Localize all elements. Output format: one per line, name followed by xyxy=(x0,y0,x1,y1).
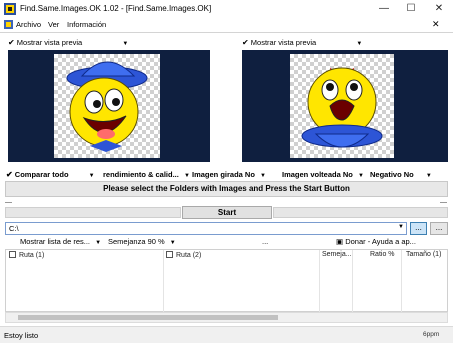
right-progress-tick: — xyxy=(440,199,447,206)
browse-button[interactable]: ... xyxy=(410,222,427,235)
chevron-down-icon: ▼ xyxy=(95,240,102,246)
rotated-dropdown[interactable]: Imagen girada No ▼ xyxy=(192,170,266,179)
chevron-down-icon[interactable]: ▼ xyxy=(398,224,404,230)
right-progress-bar xyxy=(273,207,448,218)
left-preview-toggle[interactable]: ✔ Mostrar vista previa ▼ xyxy=(8,38,128,47)
check-icon: ✔ xyxy=(6,170,13,179)
start-button[interactable]: Start xyxy=(182,206,272,219)
status-bar: Estoy listo 6ppm xyxy=(0,326,453,343)
column-header-size1[interactable]: Tamaño (1) xyxy=(406,251,441,258)
results-table[interactable]: Ruta (1) Ruta (2) Semeja... Ratio % Tama… xyxy=(5,249,448,312)
maximize-button[interactable]: ☐ xyxy=(398,0,424,18)
chevron-down-icon: ▼ xyxy=(88,173,95,179)
negative-dropdown[interactable]: Negativo No ▼ xyxy=(370,170,432,179)
chevron-down-icon: ▼ xyxy=(169,240,176,246)
minimize-icon: — xyxy=(379,3,389,14)
compare-dropdown[interactable]: ✔ Comparar todo ▼ xyxy=(6,170,95,179)
close-button[interactable]: ✕ xyxy=(426,0,452,18)
column-divider xyxy=(163,250,164,312)
donate-dropdown[interactable]: ▣ Donar - Ayuda a ap... xyxy=(336,237,416,246)
donate-label: Donar - Ayuda a ap... xyxy=(345,237,416,246)
maximize-icon: ☐ xyxy=(406,3,416,14)
compare-label: Comparar todo xyxy=(14,170,69,179)
more-options-button[interactable]: ... xyxy=(262,237,268,246)
smiley-hat-image xyxy=(66,61,148,152)
performance-dropdown[interactable]: rendimiento & calid... ▼ xyxy=(103,170,190,179)
column-header-similarity[interactable]: Semeja... xyxy=(322,251,352,258)
right-preview-label: Mostrar vista previa xyxy=(250,38,317,47)
mdi-close-button[interactable]: ✕ xyxy=(432,19,440,30)
chevron-down-icon: ▼ xyxy=(260,173,266,179)
similarity-dropdown[interactable]: Semejanza 90 % ▼ xyxy=(108,237,176,246)
chevron-down-icon: ▼ xyxy=(122,41,129,47)
similarity-label: Semejanza 90 % xyxy=(108,237,165,246)
left-image-preview[interactable] xyxy=(8,50,210,162)
header-checkbox[interactable] xyxy=(9,251,16,258)
app-icon xyxy=(4,3,16,15)
chevron-down-icon: ▼ xyxy=(357,173,364,179)
show-list-label: Mostrar lista de res... xyxy=(20,237,91,246)
check-icon: ✔ xyxy=(242,38,249,47)
minimize-button[interactable]: — xyxy=(371,0,397,18)
status-indicator: 6ppm xyxy=(423,331,440,338)
header-checkbox[interactable] xyxy=(166,251,173,258)
donate-icon: ▣ xyxy=(336,237,344,246)
column-header-path2[interactable]: Ruta (2) xyxy=(166,251,201,259)
extra-button[interactable]: ... xyxy=(430,222,448,235)
column-header-ratio[interactable]: Ratio % xyxy=(370,251,395,258)
column-header-path1[interactable]: Ruta (1) xyxy=(9,251,44,259)
left-progress-tick: — xyxy=(5,199,12,206)
column-divider xyxy=(352,250,353,312)
smiley-upside-down-image xyxy=(301,67,383,148)
right-preview-toggle[interactable]: ✔ Mostrar vista previa ▼ xyxy=(242,38,362,47)
column-divider xyxy=(319,250,320,312)
chevron-down-icon: ▼ xyxy=(356,41,363,47)
menu-archivo[interactable]: Archivo xyxy=(16,20,41,29)
status-banner: Please select the Folders with Images an… xyxy=(5,181,448,197)
scrollbar-thumb[interactable] xyxy=(18,315,278,320)
menu-informacion[interactable]: Información xyxy=(67,20,106,29)
left-preview-label: Mostrar vista previa xyxy=(16,38,83,47)
menu-ver[interactable]: Ver xyxy=(48,20,59,29)
folder-path-input[interactable]: C:\ xyxy=(5,222,407,235)
document-icon xyxy=(4,20,13,29)
show-list-dropdown[interactable]: Mostrar lista de res... ▼ xyxy=(20,237,101,246)
divider xyxy=(0,32,453,33)
check-icon: ✔ xyxy=(8,38,15,47)
performance-label: rendimiento & calid... xyxy=(103,170,179,179)
left-progress-bar xyxy=(5,207,181,218)
rotated-label: Imagen girada No xyxy=(192,170,255,179)
status-text: Estoy listo xyxy=(4,331,39,340)
chevron-down-icon: ▼ xyxy=(183,173,190,179)
right-image-preview[interactable] xyxy=(242,50,448,162)
flipped-label: Imagen volteada No xyxy=(282,170,353,179)
menu-bar: Archivo Ver Información ✕ xyxy=(0,18,453,32)
chevron-down-icon: ▼ xyxy=(425,173,432,179)
close-icon: ✕ xyxy=(434,3,444,14)
column-divider xyxy=(401,250,402,312)
flipped-dropdown[interactable]: Imagen volteada No ▼ xyxy=(282,170,364,179)
negative-label: Negativo No xyxy=(370,170,414,179)
horizontal-scrollbar[interactable] xyxy=(5,312,448,323)
title-bar: Find.Same.Images.OK 1.02 - [Find.Same.Im… xyxy=(0,0,453,18)
window-title: Find.Same.Images.OK 1.02 - [Find.Same.Im… xyxy=(20,4,212,13)
